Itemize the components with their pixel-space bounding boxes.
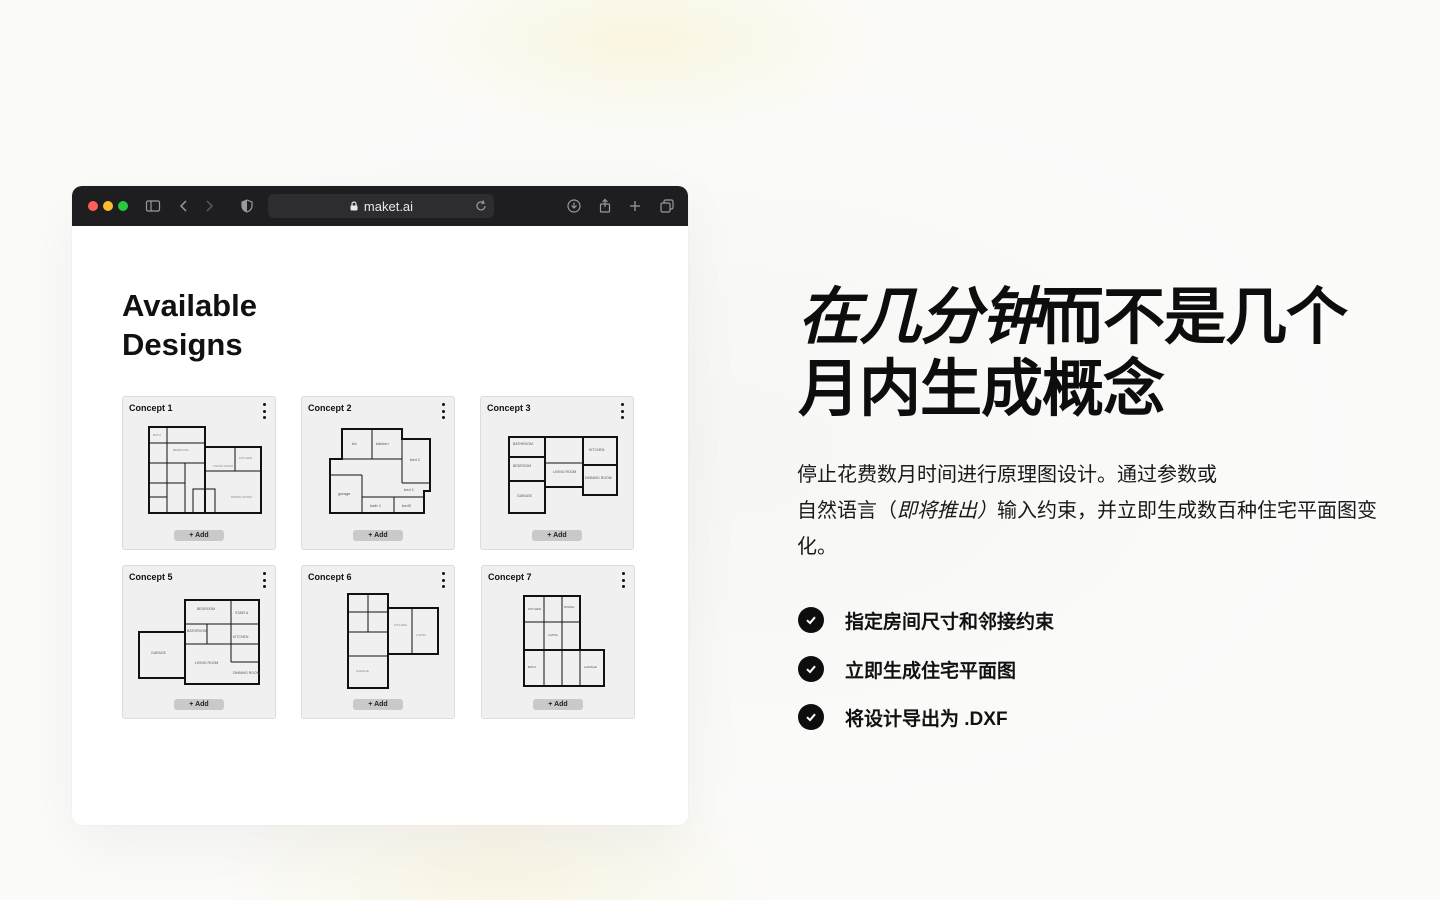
feature-item: 将设计导出为 .DXF (798, 703, 1008, 731)
more-options-icon[interactable] (440, 572, 446, 588)
svg-text:KITCHEN: KITCHEN (528, 607, 541, 611)
headline-emphasis: 在几分钟 (798, 283, 1043, 352)
svg-text:DINNING ROOM: DINNING ROOM (233, 671, 260, 675)
add-button[interactable]: + Add (174, 699, 224, 710)
card-title: Concept 5 (129, 572, 173, 582)
page-title: Available Designs (122, 288, 257, 362)
svg-text:DINNING ROOM: DINNING ROOM (585, 476, 612, 480)
svg-text:KITCHEN: KITCHEN (589, 448, 605, 452)
svg-text:LIVING ROOM: LIVING ROOM (195, 661, 218, 665)
concept-card[interactable]: Concept 6 KITCHEN LIVING GARAGE + Add (301, 565, 455, 719)
svg-text:BATH: BATH (528, 665, 536, 669)
add-button[interactable]: + Add (533, 699, 583, 710)
feature-text: 指定房间尺寸和邻接约束 (845, 611, 1055, 633)
back-icon[interactable] (174, 196, 194, 216)
floor-plan-image: BEDROOM STAIR & GARAGE BATHROOM KITCHEN LIVIN… (133, 592, 267, 690)
feature-item: 立即生成住宅平面图 (798, 655, 1016, 683)
concept-card[interactable]: Concept 1 BATH BEDROOM LIVING ROOM KITCHEN D… (122, 396, 276, 550)
floor-plan-image: KITCHEN LIVING GARAGE (312, 592, 446, 690)
svg-text:garage: garage (338, 491, 351, 496)
card-title: Concept 7 (488, 572, 532, 582)
add-button[interactable]: + Add (174, 530, 224, 541)
svg-text:BATH: BATH (153, 433, 161, 437)
page-content: Available Designs Concept 1 BATH BEDROOM L… (72, 226, 688, 825)
svg-text:LIVING ROOM: LIVING ROOM (553, 470, 576, 474)
svg-text:GARAGE: GARAGE (517, 494, 533, 498)
add-button[interactable]: + Add (353, 530, 403, 541)
feature-text: 立即生成住宅平面图 (845, 660, 1017, 682)
new-tab-icon[interactable] (625, 196, 645, 216)
more-options-icon[interactable] (261, 572, 267, 588)
svg-text:kitchen: kitchen (376, 441, 389, 446)
more-options-icon[interactable] (619, 403, 625, 419)
feature-item: 指定房间尺寸和邻接约束 (798, 606, 1054, 634)
svg-text:KITCHEN: KITCHEN (394, 623, 407, 627)
check-icon (798, 704, 824, 730)
svg-text:DINING: DINING (564, 605, 575, 609)
reload-icon[interactable] (474, 199, 488, 213)
zoom-window-button[interactable] (118, 201, 128, 211)
lock-icon (350, 201, 358, 211)
svg-text:BATHROOM: BATHROOM (513, 442, 533, 446)
desc-part1: 停止花费数月时间进行原理图设计。通过参数或 (797, 464, 1217, 486)
svg-text:BEDROOM: BEDROOM (197, 607, 215, 611)
concept-card[interactable]: Concept 2 bd kitchen bed 2 garage bath 1 bed3… (301, 396, 455, 550)
floor-plan-image: BATH BEDROOM LIVING ROOM KITCHEN DINING ROOM (133, 423, 267, 521)
floor-plan-image: KITCHEN DINING LIVING BATH GARAGE (492, 592, 626, 690)
feature-text: 将设计导出为 .DXF (845, 708, 1008, 730)
sidebar-toggle-icon[interactable] (143, 196, 163, 216)
card-title: Concept 6 (308, 572, 352, 582)
minimize-window-button[interactable] (103, 201, 113, 211)
card-title: Concept 3 (487, 403, 531, 413)
more-options-icon[interactable] (440, 403, 446, 419)
desc-coming-soon: 即将推出） (897, 500, 997, 522)
add-button[interactable]: + Add (532, 530, 582, 541)
svg-text:STAIR &: STAIR & (235, 611, 249, 615)
svg-text:bed3: bed3 (402, 503, 412, 508)
browser-toolbar: maket.ai (72, 186, 688, 226)
svg-text:bed 2: bed 2 (410, 457, 421, 462)
address-bar[interactable]: maket.ai (268, 194, 494, 218)
more-options-icon[interactable] (620, 572, 626, 588)
concept-card[interactable]: Concept 3 BATHROOM BEDROOM GARAGE LIVING RO… (480, 396, 634, 550)
svg-text:bed 1: bed 1 (404, 487, 415, 492)
card-title: Concept 1 (129, 403, 173, 413)
svg-text:KITCHEN: KITCHEN (239, 456, 252, 460)
browser-window: maket.ai Available Designs Concept 1 BAT… (72, 186, 688, 825)
svg-text:LIVING: LIVING (548, 633, 559, 637)
svg-text:GARAGE: GARAGE (356, 669, 369, 673)
check-icon (798, 607, 824, 633)
check-icon (798, 656, 824, 682)
share-icon[interactable] (595, 196, 615, 216)
svg-text:GARAGE: GARAGE (151, 651, 167, 655)
svg-text:LIVING: LIVING (416, 633, 427, 637)
download-icon[interactable] (564, 196, 584, 216)
svg-text:BEDROOM: BEDROOM (513, 464, 531, 468)
card-title: Concept 2 (308, 403, 352, 413)
floor-plan-image: bd kitchen bed 2 garage bath 1 bed3 bed 1 (312, 423, 446, 521)
tab-overview-icon[interactable] (657, 196, 677, 216)
svg-text:BATHROOM: BATHROOM (187, 629, 207, 633)
svg-text:bd: bd (352, 441, 356, 446)
more-options-icon[interactable] (261, 403, 267, 419)
desc-part2: 自然语言（ (797, 500, 897, 522)
privacy-shield-icon[interactable] (237, 196, 257, 216)
concept-card[interactable]: Concept 7 KITCHEN DINING LIVING BATH GARAGE … (481, 565, 635, 719)
svg-text:BEDROOM: BEDROOM (173, 448, 189, 452)
svg-text:LIVING ROOM: LIVING ROOM (213, 464, 234, 468)
hero-headline: 在几分钟而不是几个月内生成概念 (798, 282, 1398, 426)
hero-description: 停止花费数月时间进行原理图设计。通过参数或 自然语言（即将推出）输入约束，并立即生… (797, 457, 1387, 565)
add-button[interactable]: + Add (353, 699, 403, 710)
url-text: maket.ai (363, 198, 414, 214)
svg-text:KITCHEN: KITCHEN (233, 635, 249, 639)
svg-text:DINING ROOM: DINING ROOM (231, 495, 252, 499)
close-window-button[interactable] (88, 201, 98, 211)
forward-icon[interactable] (199, 196, 219, 216)
svg-text:bath 1: bath 1 (370, 503, 382, 508)
svg-text:GARAGE: GARAGE (584, 665, 597, 669)
concept-card[interactable]: Concept 5 BEDROOM STAIR & GARAGE BATHROOM KI… (122, 565, 276, 719)
floor-plan-image: BATHROOM BEDROOM GARAGE LIVING ROOM KITCHEN D… (491, 423, 625, 521)
